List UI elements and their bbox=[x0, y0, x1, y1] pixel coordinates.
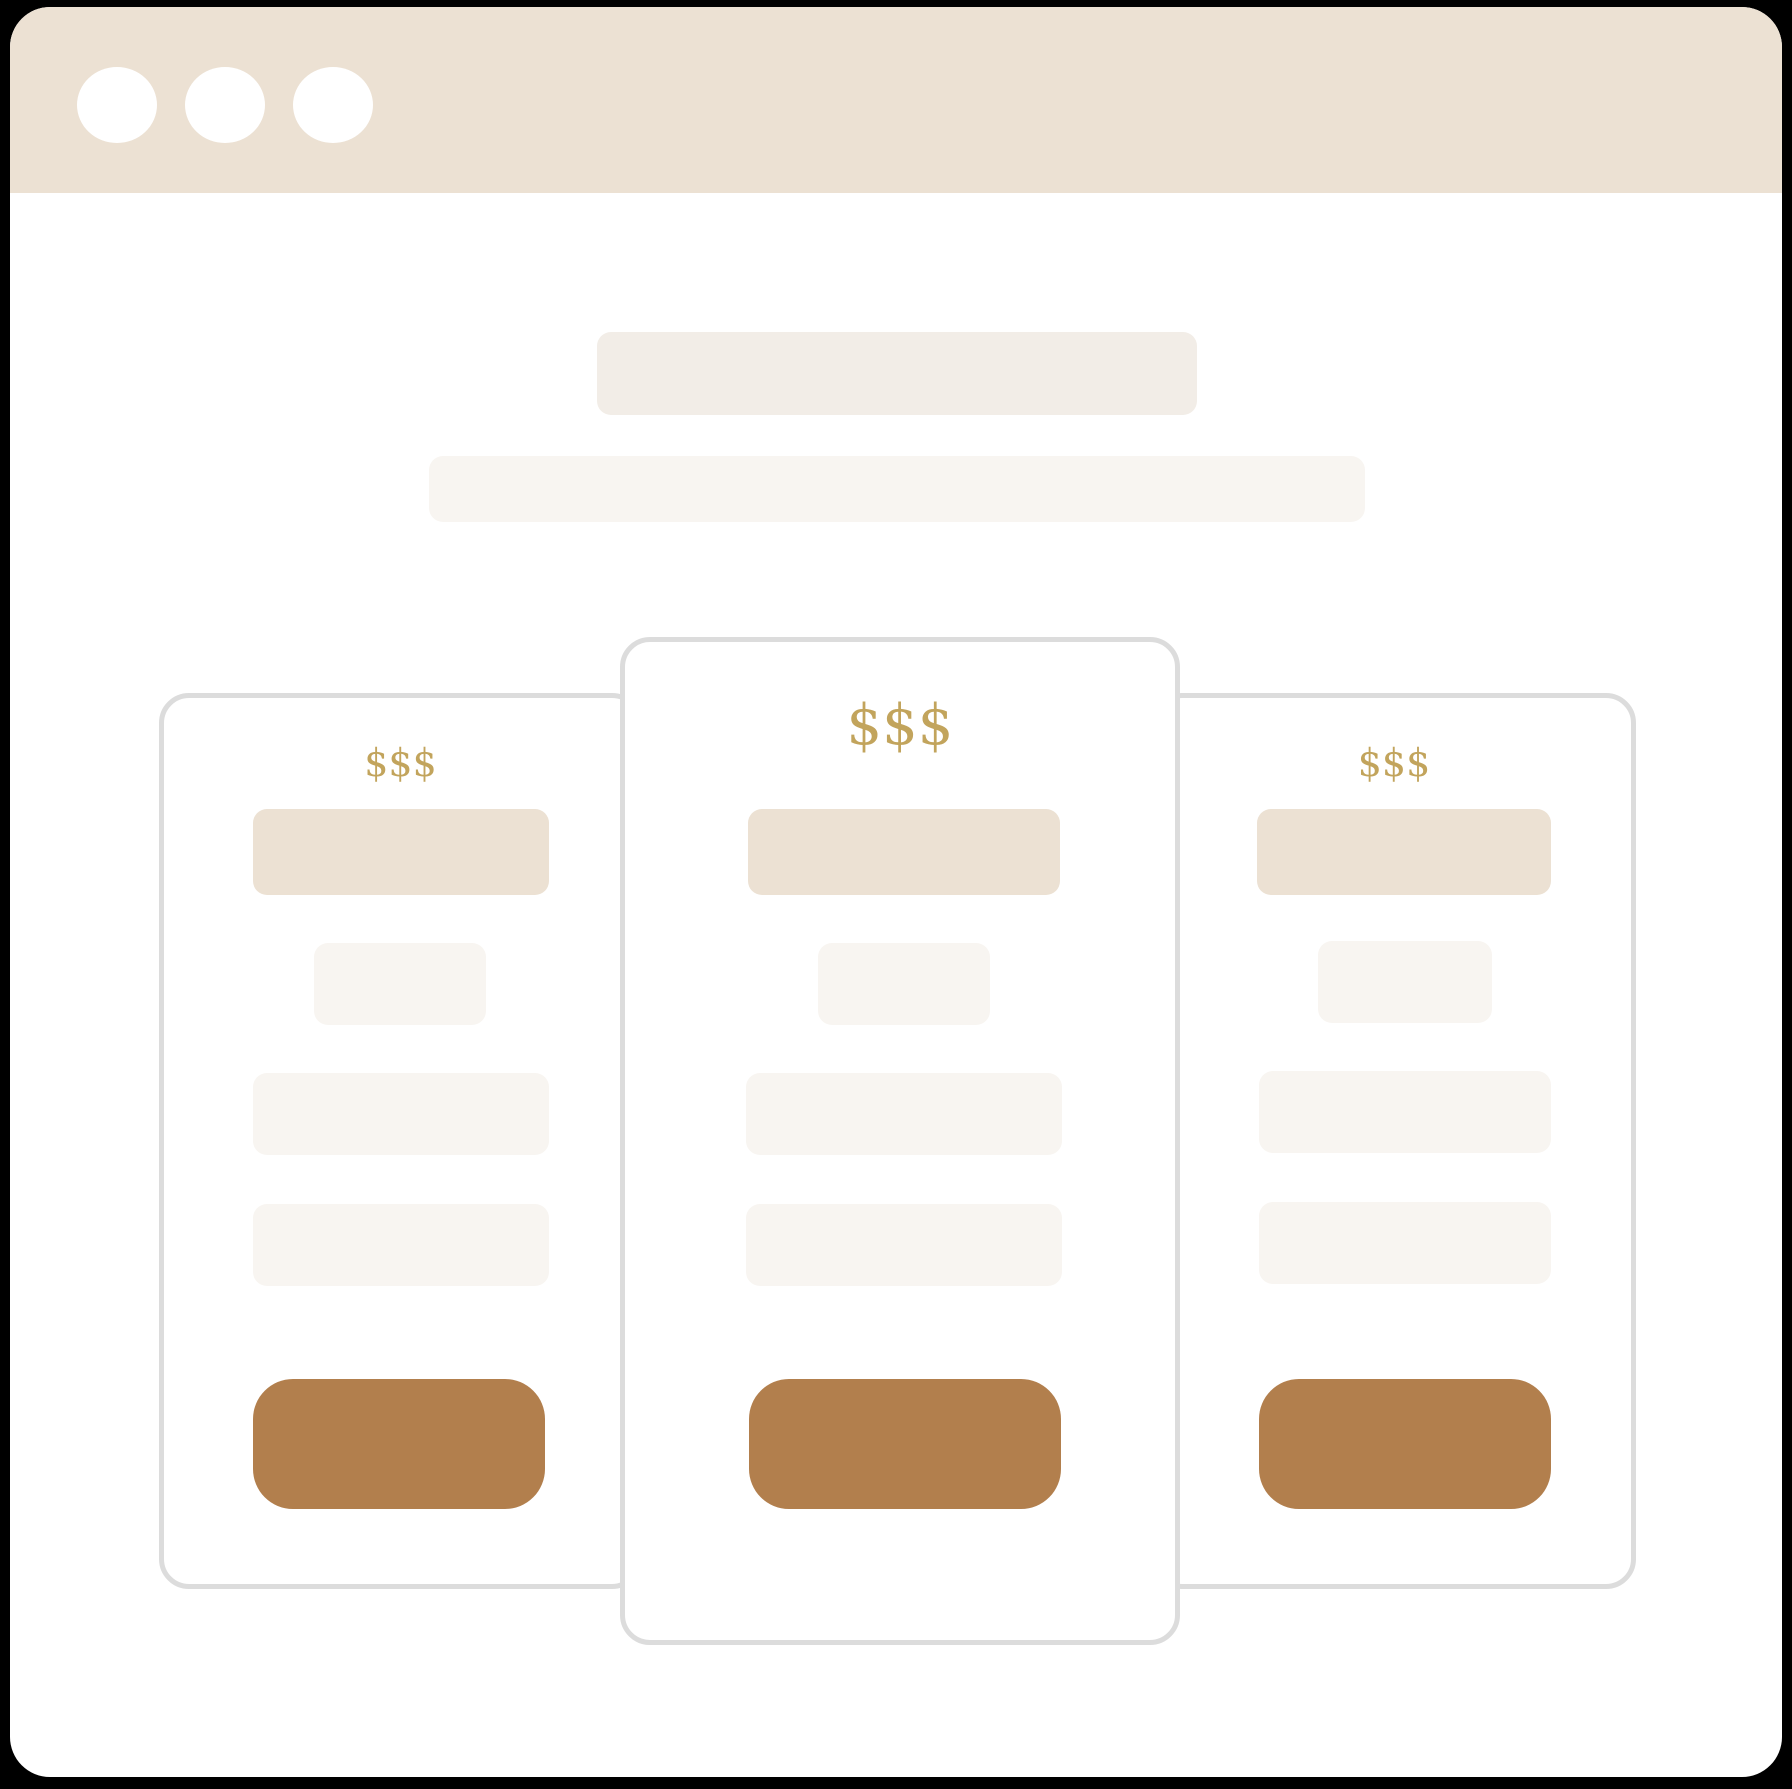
price-label: $$$ bbox=[846, 693, 954, 758]
feature-placeholder bbox=[1259, 1071, 1551, 1153]
plan-name-placeholder bbox=[253, 809, 549, 895]
feature-placeholder bbox=[1259, 1202, 1551, 1284]
price-label: $$$ bbox=[1357, 741, 1431, 785]
window-titlebar bbox=[10, 7, 1782, 193]
plan-price-placeholder bbox=[1318, 941, 1492, 1023]
window-maximize-dot[interactable] bbox=[293, 67, 373, 143]
select-plan-button[interactable] bbox=[1259, 1379, 1551, 1509]
select-plan-button[interactable] bbox=[749, 1379, 1061, 1509]
plan-name-placeholder bbox=[748, 809, 1060, 895]
feature-placeholder bbox=[253, 1073, 549, 1155]
pricing-card-right: $$$ bbox=[1152, 693, 1636, 1589]
window-minimize-dot[interactable] bbox=[185, 67, 265, 143]
page-subtitle-placeholder bbox=[429, 456, 1365, 522]
price-label: $$$ bbox=[364, 741, 437, 785]
feature-placeholder bbox=[746, 1073, 1062, 1155]
pricing-card-featured: $$$ bbox=[620, 637, 1180, 1645]
plan-price-placeholder bbox=[818, 943, 990, 1025]
plan-price-placeholder bbox=[314, 943, 486, 1025]
select-plan-button[interactable] bbox=[253, 1379, 545, 1509]
feature-placeholder bbox=[253, 1204, 549, 1286]
feature-placeholder bbox=[746, 1204, 1062, 1286]
window-close-dot[interactable] bbox=[77, 67, 157, 143]
pricing-card-left: $$$ bbox=[159, 693, 642, 1589]
browser-window: $$$ $$$ $$$ bbox=[10, 7, 1782, 1777]
plan-name-placeholder bbox=[1257, 809, 1551, 895]
page-title-placeholder bbox=[597, 332, 1197, 415]
